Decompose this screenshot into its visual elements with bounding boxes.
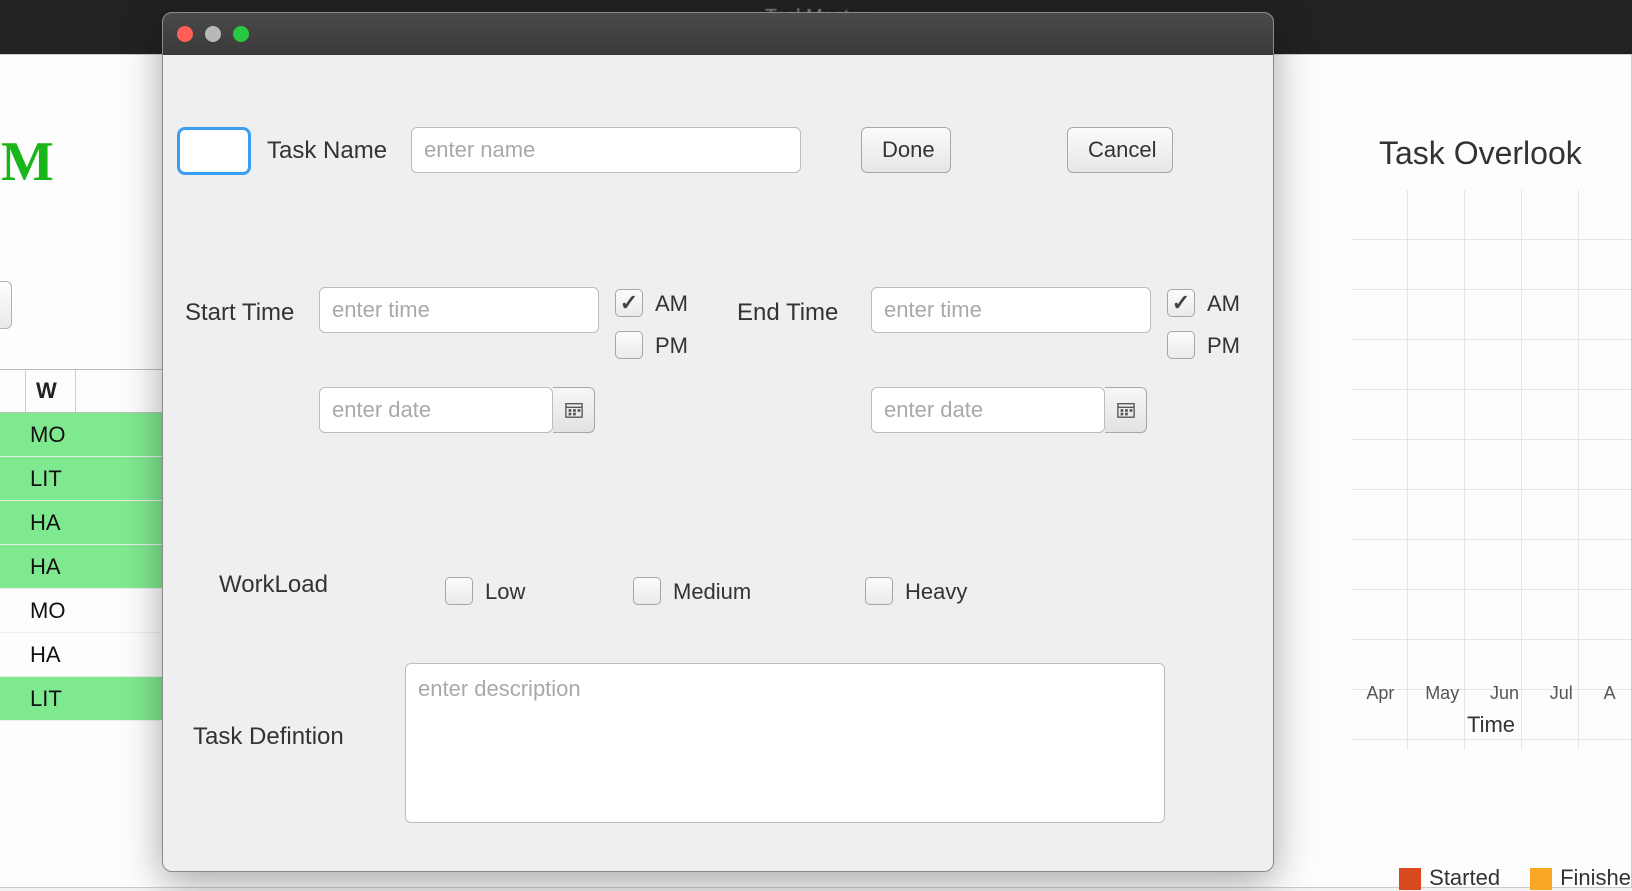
col-w[interactable]: W <box>26 370 76 412</box>
delete-task-button[interactable]: ete Task <box>0 281 12 329</box>
start-time-label: Start Time <box>185 299 294 327</box>
x-tick: Jul <box>1550 683 1573 704</box>
task-overlook-panel: Task Overlook AprMayJunJulA Time Started… <box>1351 135 1631 855</box>
end-am-checkbox[interactable] <box>1167 289 1195 317</box>
cell-w: LIT <box>26 466 76 492</box>
end-date-picker <box>871 387 1147 433</box>
workload-low-checkbox[interactable] <box>445 577 473 605</box>
table-row[interactable]: 05:50:00MO <box>0 589 166 633</box>
x-tick: May <box>1425 683 1459 704</box>
table-row[interactable]: 08:00:…LIT <box>0 677 166 721</box>
task-name-label: Task Name <box>267 137 387 165</box>
cell-w: HA <box>26 510 76 536</box>
app-title-fragment: ask M <box>0 130 54 194</box>
task-definition-label: Task Defintion <box>193 723 344 751</box>
end-time-label: End Time <box>737 299 838 327</box>
overlook-title: Task Overlook <box>1351 135 1631 172</box>
col-end[interactable]: End <box>0 370 26 412</box>
cell-w: MO <box>26 598 76 624</box>
new-task-dialog: Task Name Done Cancel Start Time AM PM E… <box>162 12 1274 872</box>
cell-end: 05:30:00 <box>0 510 26 536</box>
dialog-titlebar[interactable] <box>163 13 1273 55</box>
x-tick: A <box>1604 683 1616 704</box>
table-row[interactable]: 05:30:00HA <box>0 501 166 545</box>
start-date-input[interactable] <box>319 387 553 433</box>
chart-legend: Started Finishe <box>1399 865 1631 891</box>
table-row[interactable]: 04:20:00HA <box>0 545 166 589</box>
table-row[interactable]: 04:39:…MO <box>0 413 166 457</box>
chart-x-label: Time <box>1351 712 1631 738</box>
x-tick: Jun <box>1490 683 1519 704</box>
workload-heavy-label: Heavy <box>905 579 967 605</box>
cell-end: 04:20:00 <box>0 554 26 580</box>
tasks-table: End W 04:39:…MO04:29:00LIT05:30:00HA04:2… <box>0 369 166 721</box>
cell-w: HA <box>26 554 76 580</box>
cell-end: 08:00:… <box>0 686 26 712</box>
cancel-button[interactable]: Cancel <box>1067 127 1173 173</box>
table-header: End W <box>0 369 166 413</box>
cell-end: 05:50:00 <box>0 598 26 624</box>
window-maximize-icon[interactable] <box>233 26 249 42</box>
task-name-input[interactable] <box>411 127 801 173</box>
workload-low-label: Low <box>485 579 525 605</box>
legend-started: Started <box>1399 865 1500 891</box>
start-am-label: AM <box>655 291 688 317</box>
workload-label: WorkLoad <box>219 571 328 599</box>
cell-w: MO <box>26 422 76 448</box>
calendar-icon <box>565 401 583 419</box>
calendar-icon <box>1117 401 1135 419</box>
window-minimize-icon[interactable] <box>205 26 221 42</box>
window-close-icon[interactable] <box>177 26 193 42</box>
end-date-calendar-button[interactable] <box>1105 387 1147 433</box>
task-definition-textarea[interactable] <box>405 663 1165 823</box>
start-pm-checkbox[interactable] <box>615 331 643 359</box>
workload-heavy-checkbox[interactable] <box>865 577 893 605</box>
end-date-input[interactable] <box>871 387 1105 433</box>
start-date-calendar-button[interactable] <box>553 387 595 433</box>
cell-end: 04:39:… <box>0 422 26 448</box>
end-pm-checkbox[interactable] <box>1167 331 1195 359</box>
table-row[interactable]: 05:30:00HA <box>0 633 166 677</box>
start-date-picker <box>319 387 595 433</box>
table-row[interactable]: 04:29:00LIT <box>0 457 166 501</box>
cell-end: 05:30:00 <box>0 642 26 668</box>
cell-w: HA <box>26 642 76 668</box>
end-am-label: AM <box>1207 291 1240 317</box>
end-time-input[interactable] <box>871 287 1151 333</box>
overlook-chart: Apr May Jun Jul A Time <box>1351 190 1631 750</box>
focused-small-field[interactable] <box>177 127 251 175</box>
start-am-checkbox[interactable] <box>615 289 643 317</box>
x-tick: Apr <box>1366 683 1394 704</box>
start-time-input[interactable] <box>319 287 599 333</box>
cell-w: LIT <box>26 686 76 712</box>
done-button[interactable]: Done <box>861 127 951 173</box>
cell-end: 04:29:00 <box>0 466 26 492</box>
start-pm-label: PM <box>655 333 688 359</box>
chart-x-ticks: Apr May Jun Jul A <box>1351 683 1631 704</box>
workload-medium-label: Medium <box>673 579 751 605</box>
end-pm-label: PM <box>1207 333 1240 359</box>
legend-finished: Finishe <box>1530 865 1631 891</box>
workload-medium-checkbox[interactable] <box>633 577 661 605</box>
